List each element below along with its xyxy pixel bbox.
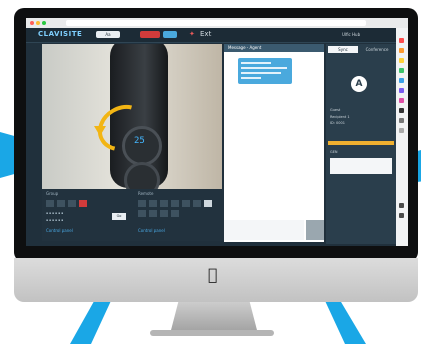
grid-dot[interactable]: ▪ <box>49 211 51 215</box>
chat-text-line <box>241 72 281 74</box>
participant-id: ID: 0001 <box>330 121 345 125</box>
extension-icon[interactable] <box>399 88 404 93</box>
address-bar[interactable] <box>66 20 366 26</box>
small-go-button[interactable]: Go <box>112 213 126 220</box>
remote-button-3[interactable] <box>160 200 168 207</box>
remote-button-8[interactable] <box>149 210 157 217</box>
window-close-icon[interactable] <box>30 21 34 25</box>
window-minimize-icon[interactable] <box>36 21 40 25</box>
send-button[interactable] <box>306 220 324 240</box>
remote-button-6[interactable] <box>193 200 201 207</box>
chat-text-line <box>241 67 287 69</box>
control-button-2[interactable] <box>57 200 65 207</box>
control-panel <box>42 189 232 241</box>
header-action-button[interactable] <box>163 31 177 38</box>
tab-conference[interactable]: Conference <box>360 46 394 53</box>
extension-icon[interactable] <box>399 118 404 123</box>
grid-dot[interactable]: ▪ <box>46 218 48 222</box>
window-maximize-icon[interactable] <box>42 21 46 25</box>
control-button-3[interactable] <box>68 200 76 207</box>
grid-dot[interactable]: ▪ <box>61 218 63 222</box>
grid-dot[interactable]: ▪ <box>49 218 51 222</box>
screen: CLAVISITE Aa ✦ Ext Ulfic Hub 25 Group Re… <box>26 18 408 246</box>
remote-button-9[interactable] <box>160 210 168 217</box>
left-group-label: Group <box>46 191 59 196</box>
extension-icon[interactable] <box>399 108 404 113</box>
extension-icon[interactable] <box>399 128 404 133</box>
chat-text-line <box>241 62 271 64</box>
grid-dot[interactable]: ▪ <box>58 211 60 215</box>
header-select[interactable]: Aa <box>96 31 120 38</box>
chat-header: Message - Agent <box>224 44 324 52</box>
camera-view[interactable]: 25 <box>42 44 222 189</box>
control-button-1[interactable] <box>46 200 54 207</box>
info-card <box>330 158 392 174</box>
right-control-link[interactable]: Control panel <box>138 228 165 233</box>
participant-detail: Recipient 1 <box>330 115 350 119</box>
chat-input[interactable] <box>224 220 304 240</box>
left-grid: ▪ ▪ ▪ ▪ ▪ ▪ <box>46 211 106 215</box>
extension-icon[interactable] <box>399 48 404 53</box>
rotate-arrow-head-icon <box>94 126 106 136</box>
left-grid-row-2: ▪ ▪ ▪ ▪ ▪ ▪ <box>46 218 106 222</box>
grid-dot[interactable]: ▪ <box>58 218 60 222</box>
remote-button-10[interactable] <box>171 210 179 217</box>
avatar: A <box>351 76 367 92</box>
header-ext-label: Ext <box>200 30 212 38</box>
grid-dot[interactable]: ▪ <box>55 218 57 222</box>
extension-icon[interactable] <box>399 213 404 218</box>
grid-dot[interactable]: ▪ <box>52 218 54 222</box>
status-bar <box>328 141 394 145</box>
monitor-stand <box>170 300 258 334</box>
tag-icon[interactable]: ✦ <box>189 30 195 38</box>
remote-button-7[interactable] <box>138 210 146 217</box>
header-alert-button[interactable] <box>140 31 160 38</box>
remote-button-4[interactable] <box>171 200 179 207</box>
right-group-label: Remote <box>138 191 154 196</box>
record-button[interactable] <box>79 200 87 207</box>
extension-icon[interactable] <box>399 38 404 43</box>
extension-icon[interactable] <box>399 78 404 83</box>
chat-message-bubble <box>238 58 292 84</box>
grid-dot[interactable]: ▪ <box>55 211 57 215</box>
grid-dot[interactable]: ▪ <box>46 211 48 215</box>
app-logo: CLAVISITE <box>38 30 83 38</box>
chat-text-line <box>241 77 261 79</box>
extension-icon[interactable] <box>399 68 404 73</box>
remote-button-2[interactable] <box>149 200 157 207</box>
participant-name: Guest <box>330 108 341 112</box>
apple-logo-icon:  <box>208 265 218 284</box>
extension-icon[interactable] <box>399 58 404 63</box>
left-control-link[interactable]: Control panel <box>46 228 73 233</box>
grid-dot[interactable]: ▪ <box>61 211 63 215</box>
grid-dot[interactable]: ▪ <box>52 211 54 215</box>
monitor-foot <box>150 330 274 336</box>
extension-icon[interactable] <box>399 98 404 103</box>
remote-button-1[interactable] <box>138 200 146 207</box>
user-name[interactable]: Ulfic Hub <box>342 32 360 37</box>
remote-button-selected[interactable] <box>204 200 212 207</box>
remote-button-5[interactable] <box>182 200 190 207</box>
tab-sync[interactable]: Sync <box>328 46 358 53</box>
extension-icon[interactable] <box>399 203 404 208</box>
section-label: GEN <box>330 150 338 154</box>
